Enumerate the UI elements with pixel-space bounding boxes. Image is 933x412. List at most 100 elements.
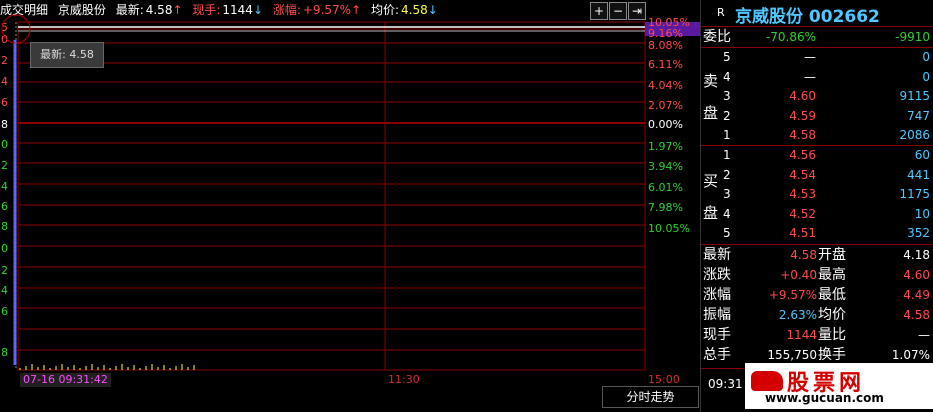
price-tick-label: 8	[1, 118, 8, 131]
stat-label: 量比	[818, 327, 846, 343]
price-tick-label: 4	[1, 180, 8, 193]
sell-order-volume: 9115	[899, 89, 930, 103]
stat-label: 均价	[818, 307, 846, 323]
stat-label: 最高	[818, 267, 846, 283]
sell-order-price: 4.58	[789, 128, 816, 142]
buy-order-level: 4	[723, 206, 731, 221]
buy-order-price: 4.53	[789, 187, 816, 201]
price-tick-label: 6	[1, 96, 8, 109]
buy-order-volume: 60	[914, 148, 930, 162]
buy-order-price: 4.51	[789, 226, 816, 240]
sell-order-volume: 0	[922, 50, 930, 64]
buy-order-price: 4.52	[789, 206, 816, 221]
price-axis-fragment: 5024680246802468	[1, 21, 8, 359]
buy-order-level: 5	[723, 226, 731, 240]
buy-order-volume: 441	[907, 167, 930, 182]
stat-value: +0.40	[780, 268, 817, 282]
price-tooltip: 最新: 4.58	[30, 42, 104, 68]
sell-order-price: 4.60	[789, 89, 816, 103]
pct-tick-label: 1.97%	[648, 140, 683, 153]
stat-row: 现手 1144 量比 —	[701, 326, 933, 345]
sell-order-level: 2	[723, 108, 731, 123]
sell-order-level: 3	[723, 89, 731, 103]
stock-title: 京威股份 002662	[735, 7, 880, 27]
price-tick-label: 2	[1, 264, 8, 277]
buy-order-row[interactable]: 4 4.52 10	[701, 205, 933, 224]
pct-tick-label: 6.01%	[648, 181, 683, 194]
buy-order-row[interactable]: 3 4.53 1175	[701, 185, 933, 204]
intraday-chart[interactable]: 10.05%9.16%8.08%6.11%4.04%2.07%0.00%1.97…	[0, 0, 700, 412]
sell-order-price: —	[804, 69, 816, 84]
price-tick-label: 0	[1, 242, 8, 255]
stat-value: 4.60	[903, 268, 930, 282]
price-tick-label: 8	[1, 220, 8, 233]
stat-value: 2.63%	[778, 308, 817, 322]
buy-order-volume: 352	[907, 226, 930, 240]
price-tick-label: 8	[1, 346, 8, 359]
price-tick-label: 2	[1, 159, 8, 172]
midday-time-label: 11:30	[388, 373, 420, 386]
buy-order-row[interactable]: 1 4.56 60	[701, 146, 933, 165]
volume-bars	[19, 364, 195, 370]
stat-row: 涨跌 +0.40 最高 4.60	[701, 266, 933, 285]
buy-order-level: 1	[723, 148, 731, 162]
buy-order-level: 2	[723, 167, 731, 182]
pct-tick-label: 4.04%	[648, 79, 683, 92]
stat-label: 涨跌	[703, 267, 731, 283]
buy-order-price: 4.56	[789, 148, 816, 162]
stat-row: 最新 4.58 开盘 4.18	[701, 246, 933, 265]
stat-label: 最低	[818, 287, 846, 303]
price-tick-label: 2	[1, 54, 8, 67]
pct-tick-label: 7.98%	[648, 201, 683, 214]
price-tick-label: 6	[1, 200, 8, 213]
stat-value: 4.49	[903, 288, 930, 302]
price-tick-label: 4	[1, 75, 8, 88]
stat-value: 4.58	[790, 248, 817, 262]
chart-grid	[17, 21, 700, 371]
sell-order-volume: 2086	[899, 128, 930, 142]
site-watermark: 股票网 www.gucuan.com	[745, 363, 933, 409]
sell-order-row[interactable]: 2 4.59 747	[701, 107, 933, 126]
ratio-label: 委比	[703, 29, 731, 45]
buy-order-volume: 10	[914, 206, 930, 221]
price-tick-label: 4	[1, 284, 8, 297]
pct-tick-label: 10.05%	[648, 222, 690, 235]
sell-order-level: 5	[723, 50, 731, 64]
pct-tick-label: 0.00%	[648, 118, 683, 131]
sell-order-row[interactable]: 4 — 0	[701, 68, 933, 87]
stat-label: 最新	[703, 247, 731, 263]
current-time: 09:31	[708, 377, 743, 391]
buy-order-level: 3	[723, 187, 731, 201]
stat-row: 振幅 2.63% 均价 4.58	[701, 306, 933, 325]
sell-order-price: —	[804, 50, 816, 64]
price-tick-label: 6	[1, 305, 8, 318]
ratio-diff: -9910	[895, 30, 930, 44]
pct-tick-label: 6.11%	[648, 58, 683, 71]
sell-order-volume: 747	[907, 108, 930, 123]
stat-value: 4.18	[903, 248, 930, 262]
stat-value: 1144	[786, 328, 817, 342]
buy-order-row[interactable]: 5 4.51 352	[701, 224, 933, 243]
stat-label: 涨幅	[703, 287, 731, 303]
tooltip-label: 最新:	[40, 48, 66, 61]
percent-axis: 10.05%9.16%8.08%6.11%4.04%2.07%0.00%1.97…	[648, 16, 690, 235]
stat-value: —	[918, 328, 930, 342]
stat-value: +9.57%	[768, 288, 817, 302]
stat-label: 开盘	[818, 247, 846, 263]
sell-order-row[interactable]: 1 4.58 2086	[701, 126, 933, 145]
price-tick-label: 0	[1, 138, 8, 151]
pct-tick-label: 3.94%	[648, 160, 683, 173]
price-series	[13, 26, 645, 365]
sell-order-row[interactable]: 3 4.60 9115	[701, 87, 933, 106]
close-time-label: 15:00	[648, 373, 680, 386]
buy-order-price: 4.54	[789, 167, 816, 182]
buy-order-row[interactable]: 2 4.54 441	[701, 166, 933, 185]
mode-indicator[interactable]: R	[717, 6, 725, 19]
stat-label: 振幅	[703, 307, 731, 323]
tab-intraday-trend[interactable]: 分时走势	[602, 386, 699, 408]
buy-order-volume: 1175	[899, 187, 930, 201]
sell-order-row[interactable]: 5 — 0	[701, 48, 933, 67]
order-book-panel: R 京威股份 002662 委比 -70.86% -9910 卖 盘 5—0 4—…	[700, 0, 933, 412]
sell-order-price: 4.59	[789, 108, 816, 123]
stat-label: 总手	[703, 347, 731, 363]
